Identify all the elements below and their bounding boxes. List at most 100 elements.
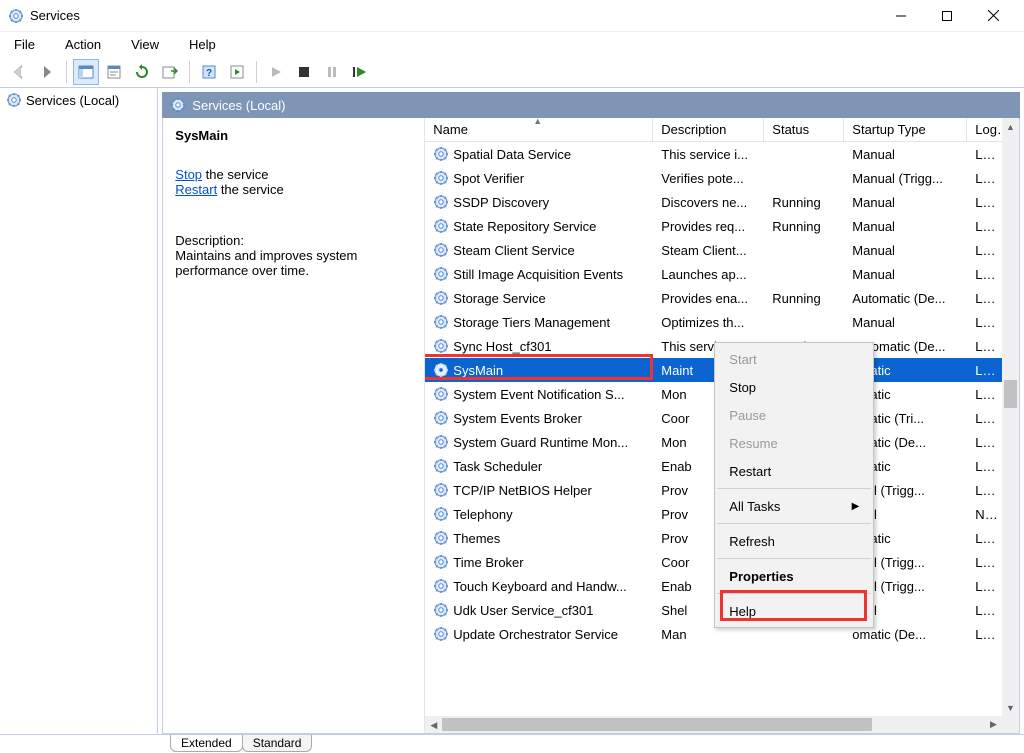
maximize-button[interactable] [924,1,970,31]
menu-view[interactable]: View [125,35,165,54]
pane-header-title: Services (Local) [192,98,285,113]
gear-icon [433,170,449,186]
column-header-startup[interactable]: Startup Type [844,118,967,141]
gear-icon [8,8,24,24]
service-startup: Manual [844,267,967,282]
service-description: Steam Client... [653,243,764,258]
horizontal-scrollbar[interactable]: ◀ ▶ [425,716,1002,733]
column-header-description[interactable]: Description [653,118,764,141]
stop-service-line: Stop the service [175,167,412,182]
service-logon: Lo… [967,291,1002,306]
show-hide-tree-button[interactable] [73,59,99,85]
scrollbar-thumb[interactable] [1004,380,1017,408]
service-logon: Lo… [967,555,1002,570]
ctx-help[interactable]: Help [715,597,873,625]
refresh-button[interactable] [129,59,155,85]
back-button[interactable] [6,59,32,85]
service-description: Provides req... [653,219,764,234]
scroll-right-icon[interactable]: ▶ [985,716,1002,733]
scroll-left-icon[interactable]: ◀ [425,717,442,733]
close-button[interactable] [970,1,1016,31]
service-name: Steam Client Service [453,243,574,258]
service-row[interactable]: Storage ServiceProvides ena...RunningAut… [425,286,1002,310]
gear-icon [433,482,449,498]
tab-extended[interactable]: Extended [170,735,243,752]
forward-button[interactable] [34,59,60,85]
ctx-all-tasks[interactable]: All Tasks▶ [715,492,873,520]
service-row[interactable]: Steam Client ServiceSteam Client...Manua… [425,238,1002,262]
toolbar-separator [66,61,67,83]
scrollbar-thumb[interactable] [442,718,872,731]
service-logon: Lo… [967,267,1002,282]
restart-service-link[interactable]: Restart [175,182,217,197]
gear-icon [433,242,449,258]
description-text: Maintains and improves system performanc… [175,248,412,278]
pause-service-button[interactable] [319,59,345,85]
gear-icon [433,578,449,594]
scroll-up-icon[interactable]: ▲ [1002,118,1019,135]
gear-icon [433,266,449,282]
scroll-down-icon[interactable]: ▼ [1002,699,1019,716]
ctx-restart[interactable]: Restart [715,457,873,485]
menu-action[interactable]: Action [59,35,107,54]
service-description: This service i... [653,147,764,162]
start-service-button[interactable] [263,59,289,85]
service-logon: Lo… [967,243,1002,258]
service-logon: Lo… [967,435,1002,450]
stop-service-link[interactable]: Stop [175,167,202,182]
gear-icon [433,530,449,546]
service-startup: Manual [844,195,967,210]
service-logon: Lo… [967,315,1002,330]
service-status: Running [764,219,844,234]
gear-icon [433,194,449,210]
export-button[interactable] [157,59,183,85]
service-startup: omatic (De... [844,627,967,642]
service-row[interactable]: Still Image Acquisition EventsLaunches a… [425,262,1002,286]
ctx-resume: Resume [715,429,873,457]
service-name: System Event Notification S... [453,387,624,402]
service-row[interactable]: Spatial Data ServiceThis service i...Man… [425,142,1002,166]
menu-file[interactable]: File [8,35,41,54]
tab-standard[interactable]: Standard [242,735,313,752]
gear-icon [433,314,449,330]
service-description: Provides ena... [653,291,764,306]
service-name: Task Scheduler [453,459,542,474]
service-row[interactable]: SSDP DiscoveryDiscovers ne...RunningManu… [425,190,1002,214]
restart-service-button[interactable] [347,59,373,85]
service-row[interactable]: Storage Tiers ManagementOptimizes th...M… [425,310,1002,334]
ctx-properties[interactable]: Properties [715,562,873,590]
tree-node-label: Services (Local) [26,93,119,108]
service-logon: Ne… [967,507,1002,522]
vertical-scrollbar[interactable]: ▲ ▼ [1002,118,1019,716]
service-name: Udk User Service_cf301 [453,603,593,618]
service-name: System Events Broker [453,411,582,426]
stop-service-button[interactable] [291,59,317,85]
gear-icon [433,290,449,306]
gear-icon [433,410,449,426]
ctx-refresh[interactable]: Refresh [715,527,873,555]
minimize-button[interactable] [878,1,924,31]
window-title: Services [30,8,80,23]
help-button[interactable]: ? [196,59,222,85]
toolbar-separator [256,61,257,83]
navigation-tree: Services (Local) [0,88,158,734]
tree-node-services-local[interactable]: Services (Local) [0,88,157,112]
gear-icon [6,92,22,108]
show-action-pane-button[interactable] [224,59,250,85]
service-description: Man [653,627,764,642]
gear-icon [433,434,449,450]
service-name: Spot Verifier [453,171,524,186]
service-row[interactable]: State Repository ServiceProvides req...R… [425,214,1002,238]
service-row[interactable]: Spot VerifierVerifies pote...Manual (Tri… [425,166,1002,190]
pane-header: Services (Local) [162,92,1020,118]
properties-toolbar-button[interactable] [101,59,127,85]
service-startup: Manual [844,219,967,234]
service-startup: Manual (Trigg... [844,171,967,186]
service-name: SysMain [453,363,503,378]
service-name: Still Image Acquisition Events [453,267,623,282]
ctx-stop[interactable]: Stop [715,373,873,401]
service-logon: Lo… [967,411,1002,426]
column-header-status[interactable]: Status [764,118,844,141]
menu-help[interactable]: Help [183,35,222,54]
ctx-separator [717,558,871,559]
